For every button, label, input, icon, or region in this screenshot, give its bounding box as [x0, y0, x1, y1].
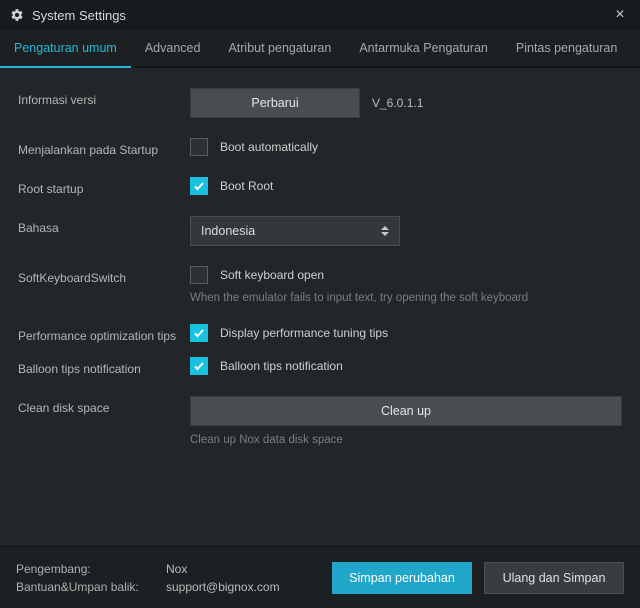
developer-label: Pengembang: — [16, 562, 166, 576]
tab-attribute[interactable]: Atribut pengaturan — [214, 30, 345, 66]
checkbox-boot-root[interactable] — [190, 177, 208, 195]
language-select[interactable]: Indonesia — [190, 216, 400, 246]
checkbox-balloon[interactable] — [190, 357, 208, 375]
checkbox-label: Soft keyboard open — [220, 268, 324, 282]
tab-general[interactable]: Pengaturan umum — [0, 30, 131, 66]
checkbox-label: Display performance tuning tips — [220, 326, 388, 340]
version-text: V_6.0.1.1 — [372, 96, 423, 110]
tabs: Pengaturan umum Advanced Atribut pengatu… — [0, 30, 640, 68]
content: Informasi versi Perbarui V_6.0.1.1 Menja… — [0, 68, 640, 546]
tab-interface[interactable]: Antarmuka Pengaturan — [345, 30, 502, 66]
row-startup: Menjalankan pada Startup Boot automatica… — [18, 138, 622, 157]
checkbox-label: Boot Root — [220, 179, 273, 193]
clean-hint: Clean up Nox data disk space — [190, 434, 622, 446]
gear-icon — [10, 8, 24, 22]
select-value: Indonesia — [201, 224, 255, 238]
footer: Pengembang: Nox Bantuan&Umpan balik: sup… — [0, 546, 640, 608]
update-button[interactable]: Perbarui — [190, 88, 360, 118]
button-label: Clean up — [381, 404, 431, 418]
tab-label: Atribut pengaturan — [228, 41, 331, 55]
row-perf-tips: Performance optimization tips Display pe… — [18, 324, 622, 343]
row-softkeyboard: SoftKeyboardSwitch Soft keyboard open Wh… — [18, 266, 622, 304]
label-startup: Menjalankan pada Startup — [18, 138, 190, 157]
close-icon[interactable]: × — [610, 6, 630, 24]
checkbox-label: Boot automatically — [220, 140, 318, 154]
label-clean: Clean disk space — [18, 396, 190, 415]
support-value: support@bignox.com — [166, 580, 280, 594]
checkbox-perf-tips[interactable] — [190, 324, 208, 342]
tab-label: Antarmuka Pengaturan — [359, 41, 488, 55]
checkbox-label: Balloon tips notification — [220, 359, 343, 373]
row-language: Bahasa Indonesia — [18, 216, 622, 246]
reset-button[interactable]: Ulang dan Simpan — [484, 562, 624, 594]
checkbox-softkeyboard[interactable] — [190, 266, 208, 284]
developer-value: Nox — [166, 562, 280, 576]
button-label: Ulang dan Simpan — [503, 571, 606, 585]
tab-advanced[interactable]: Advanced — [131, 30, 215, 66]
chevron-updown-icon — [381, 226, 389, 236]
settings-window: System Settings × Pengaturan umum Advanc… — [0, 0, 640, 608]
cleanup-button[interactable]: Clean up — [190, 396, 622, 426]
save-button[interactable]: Simpan perubahan — [332, 562, 472, 594]
tab-label: Pintas pengaturan — [516, 41, 617, 55]
tab-label: Pengaturan umum — [14, 41, 117, 55]
titlebar: System Settings × — [0, 0, 640, 30]
label-softkeyboard: SoftKeyboardSwitch — [18, 266, 190, 285]
row-root: Root startup Boot Root — [18, 177, 622, 196]
label-balloon: Balloon tips notification — [18, 357, 190, 376]
label-perf-tips: Performance optimization tips — [18, 324, 190, 343]
row-version: Informasi versi Perbarui V_6.0.1.1 — [18, 88, 622, 118]
label-version: Informasi versi — [18, 88, 190, 107]
label-language: Bahasa — [18, 216, 190, 235]
button-label: Perbarui — [251, 96, 298, 110]
tab-shortcut[interactable]: Pintas pengaturan — [502, 30, 631, 66]
checkbox-boot-auto[interactable] — [190, 138, 208, 156]
softkeyboard-hint: When the emulator fails to input text, t… — [190, 292, 622, 304]
row-clean: Clean disk space Clean up Clean up Nox d… — [18, 396, 622, 446]
window-title: System Settings — [32, 8, 610, 23]
row-balloon: Balloon tips notification Balloon tips n… — [18, 357, 622, 376]
tab-label: Advanced — [145, 41, 201, 55]
footer-info: Pengembang: Nox Bantuan&Umpan balik: sup… — [16, 562, 280, 594]
support-label: Bantuan&Umpan balik: — [16, 580, 166, 594]
label-root: Root startup — [18, 177, 190, 196]
button-label: Simpan perubahan — [349, 571, 455, 585]
